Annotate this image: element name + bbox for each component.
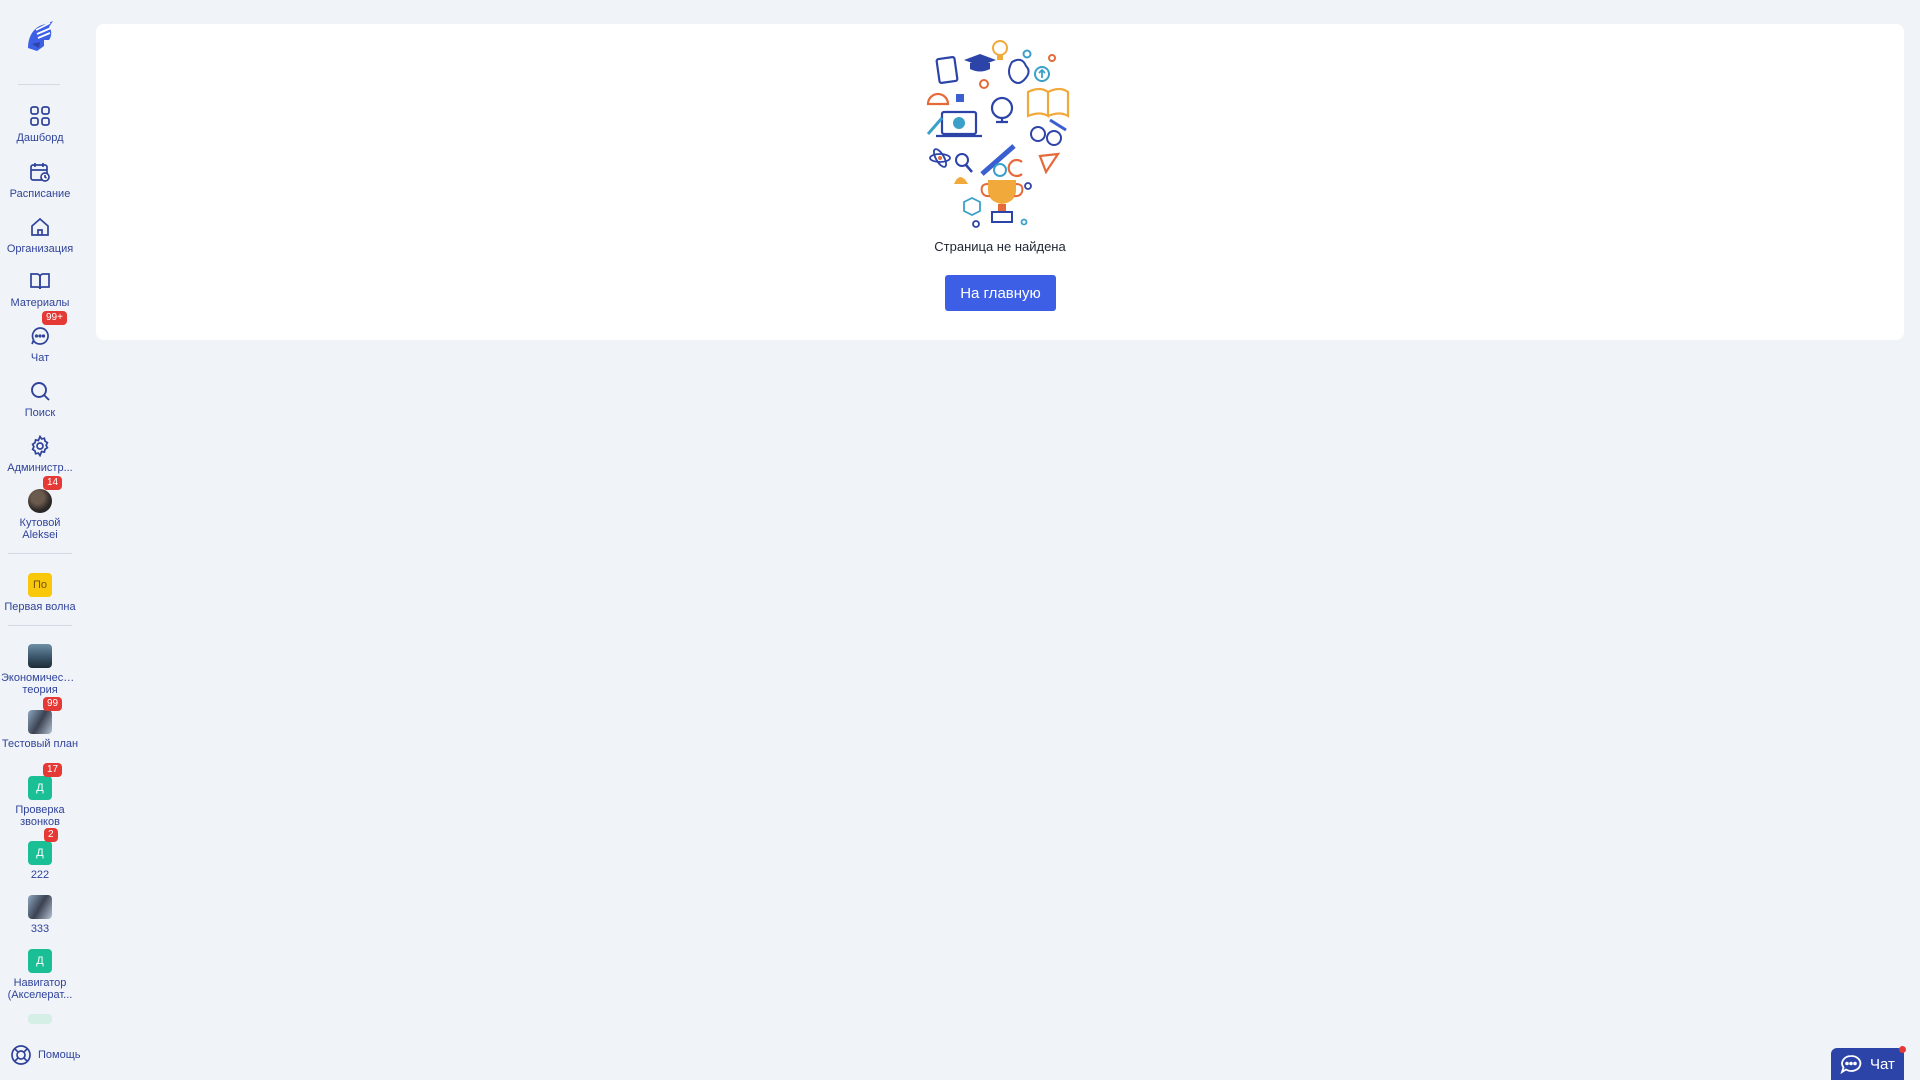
- home-icon: [27, 214, 53, 240]
- course-item[interactable]: Д Навигатор (Акселерат...: [0, 948, 80, 1001]
- spartan-helmet-icon: [28, 21, 53, 51]
- calendar-icon: [27, 159, 53, 185]
- nav-chat[interactable]: 99+ Чат: [0, 311, 80, 364]
- nav-admin[interactable]: Администр...: [0, 433, 80, 474]
- nav-label: Организация: [6, 243, 74, 255]
- course-avatar: Д: [28, 776, 52, 800]
- nav-workspace[interactable]: По Первая волна: [0, 572, 80, 613]
- chat-widget-label: Чат: [1870, 1055, 1895, 1073]
- course-label: 222: [30, 869, 50, 881]
- book-icon: [27, 268, 53, 294]
- course-avatar: Д: [28, 841, 52, 865]
- workspace-avatar: По: [28, 573, 52, 597]
- nav-label: Поиск: [24, 407, 56, 419]
- course-item[interactable]: Д 2 222: [0, 828, 80, 881]
- course-item[interactable]: Экономическая теория: [0, 643, 80, 696]
- nav-label: Чат: [30, 352, 50, 364]
- unread-badge: 99: [43, 697, 63, 711]
- help-link[interactable]: Помощь: [10, 1044, 81, 1066]
- lifebuoy-icon: [11, 1045, 31, 1065]
- nav-label: Дашборд: [16, 132, 64, 144]
- nav-organization[interactable]: Организация: [0, 214, 80, 255]
- nav-schedule[interactable]: Расписание: [0, 159, 80, 200]
- unread-badge: 17: [43, 763, 63, 777]
- education-heart-illustration: [926, 40, 1070, 228]
- course-avatar: [28, 1014, 52, 1024]
- course-avatar-wrap: [27, 643, 53, 669]
- course-avatar-wrap: 99: [27, 697, 63, 735]
- help-label: Помощь: [38, 1049, 81, 1061]
- not-found-message: Страница не найдена: [934, 239, 1066, 254]
- workspace-label: Первая волна: [4, 601, 76, 613]
- course-label: Экономическая теория: [1, 672, 79, 696]
- unread-badge: 2: [44, 828, 58, 842]
- notification-badge: 14: [43, 476, 63, 490]
- app-logo[interactable]: [20, 16, 60, 56]
- course-avatar-wrap: Д 2: [27, 828, 58, 866]
- go-home-button[interactable]: На главную: [945, 275, 1056, 311]
- sidebar-divider: [8, 625, 72, 626]
- course-item-partial[interactable]: [0, 1014, 80, 1024]
- chat-bubble-icon: [1840, 1055, 1862, 1074]
- unread-badge: 99+: [42, 311, 67, 325]
- profile-name: Кутовой Aleksei: [19, 517, 61, 541]
- course-avatar-wrap: Д 17: [27, 763, 63, 801]
- nav-label: Администр...: [7, 462, 73, 474]
- course-avatar: Д: [28, 949, 52, 973]
- chat-widget-button[interactable]: Чат: [1831, 1046, 1906, 1080]
- nav-label: Материалы: [10, 297, 70, 309]
- course-avatar: [28, 644, 52, 668]
- nav-dashboard[interactable]: Дашборд: [0, 103, 80, 144]
- course-item[interactable]: Д 17 Проверка звонков: [0, 763, 80, 828]
- course-label: 333: [30, 923, 50, 935]
- sidebar-divider: [18, 84, 60, 85]
- search-icon: [27, 378, 53, 404]
- gear-icon: [27, 433, 53, 459]
- not-found-card: Страница не найдена На главную: [96, 24, 1904, 340]
- workspace-icon-wrap: По: [27, 572, 53, 598]
- course-item[interactable]: 333: [0, 894, 80, 935]
- course-avatar: [28, 895, 52, 919]
- unread-dot: [1899, 1046, 1906, 1053]
- course-avatar: [28, 710, 52, 734]
- course-avatar-wrap: Д: [27, 948, 53, 974]
- nav-materials[interactable]: Материалы: [0, 268, 80, 309]
- sidebar: Дашборд Расписание Организация Материалы: [0, 0, 81, 1080]
- course-label: Проверка звонков: [15, 804, 65, 828]
- dashboard-grid-icon: [27, 103, 53, 129]
- course-label: Навигатор (Акселерат...: [7, 977, 73, 1001]
- course-avatar-wrap: [27, 894, 53, 920]
- nav-search[interactable]: Поиск: [0, 378, 80, 419]
- avatar: [28, 489, 52, 513]
- course-item[interactable]: 99 Тестовый план: [0, 697, 80, 750]
- course-label: Тестовый план: [1, 738, 79, 750]
- sidebar-divider: [8, 553, 72, 554]
- chat-bubble-icon: 99+: [27, 311, 67, 349]
- user-avatar: 14: [27, 476, 63, 514]
- nav-profile[interactable]: 14 Кутовой Aleksei: [0, 476, 80, 541]
- nav-label: Расписание: [9, 188, 71, 200]
